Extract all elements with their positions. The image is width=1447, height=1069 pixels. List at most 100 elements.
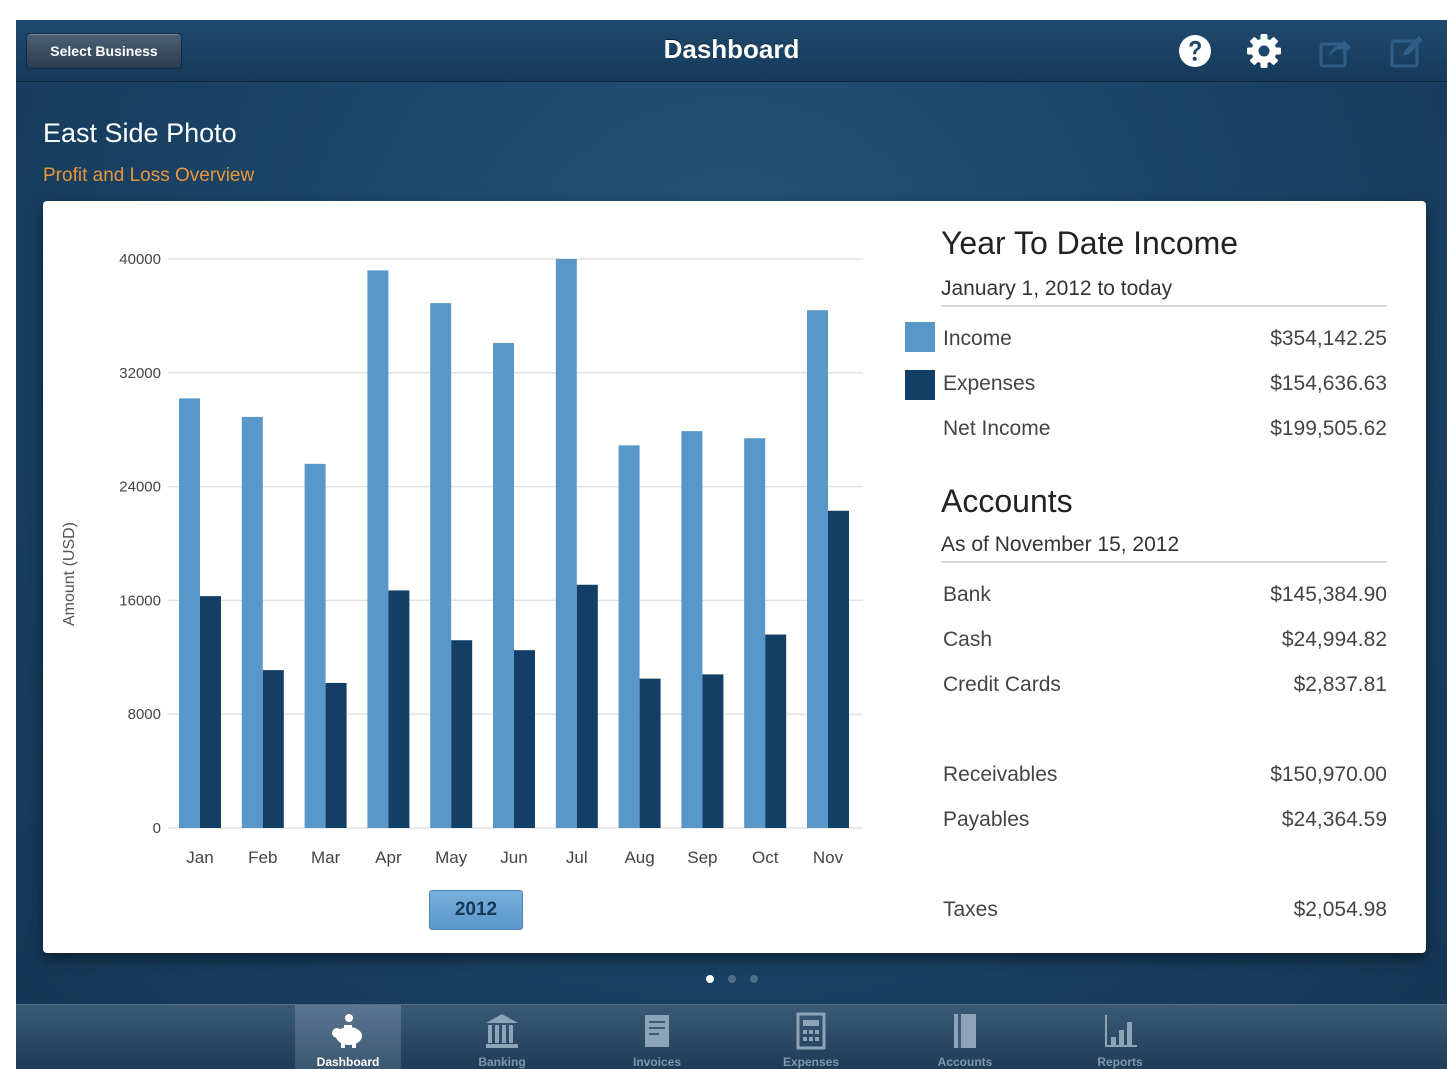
row-value: $150,970.00 xyxy=(1270,763,1387,786)
x-tick-label: Feb xyxy=(248,848,277,867)
bar-expenses-aug[interactable] xyxy=(639,678,661,828)
profit-loss-card: 0 8000 16000 24000 32000 40000 Amount (USD) J… xyxy=(43,201,1426,953)
bar-income-jun[interactable] xyxy=(493,342,514,828)
x-tick-label: Apr xyxy=(375,848,402,867)
bar-income-nov[interactable] xyxy=(807,310,828,829)
tab-reports[interactable]: Reports xyxy=(1067,1005,1173,1069)
y-axis-ticks: 0 8000 16000 24000 32000 40000 xyxy=(119,251,161,837)
page-indicator[interactable] xyxy=(16,970,1447,988)
row-value: $24,994.82 xyxy=(1281,628,1387,651)
y-tick-label: 32000 xyxy=(119,365,161,382)
row-value: $2,054.98 xyxy=(1293,898,1387,921)
year-selector-button[interactable]: 2012 xyxy=(429,890,523,930)
y-tick-label: 0 xyxy=(153,820,161,837)
bar-expenses-jul[interactable] xyxy=(576,584,598,828)
bar-income-may[interactable] xyxy=(430,303,452,828)
bar-expenses-nov[interactable] xyxy=(828,510,849,828)
ytd-title: Year To Date Income xyxy=(941,225,1239,261)
ytd-row-income: Income $354,142.25 xyxy=(943,327,1387,357)
bar-expenses-apr[interactable] xyxy=(388,590,410,828)
piggy-bank-icon xyxy=(332,1014,362,1048)
x-tick-label: May xyxy=(435,848,468,867)
bar-income-jan[interactable] xyxy=(179,398,200,828)
app-window: Select Business Dashboard East Side Phot… xyxy=(16,20,1447,1069)
row-value: $145,384.90 xyxy=(1270,583,1387,606)
row-value: $2,837.81 xyxy=(1293,673,1387,696)
x-tick-label: Oct xyxy=(752,848,779,867)
bar-income-oct[interactable] xyxy=(744,438,766,828)
bar-income-aug[interactable] xyxy=(618,445,640,828)
page-dot[interactable] xyxy=(727,975,736,983)
accounts-icon xyxy=(954,1014,976,1048)
row-value: $24,364.59 xyxy=(1281,808,1387,831)
row-label: Bank xyxy=(943,583,991,606)
x-tick-label: Jun xyxy=(500,848,527,867)
edit-icon[interactable] xyxy=(1388,32,1426,70)
tab-accounts[interactable]: Accounts xyxy=(912,1005,1018,1069)
y-tick-label: 40000 xyxy=(119,251,161,268)
row-label: Credit Cards xyxy=(943,673,1061,696)
account-row-credit-cards: Credit Cards $2,837.81 xyxy=(943,673,1387,703)
tab-label: Banking xyxy=(478,1055,526,1069)
bar-expenses-sep[interactable] xyxy=(702,674,724,828)
bar-expenses-oct[interactable] xyxy=(765,634,787,828)
bar-expenses-mar[interactable] xyxy=(325,682,347,828)
bottom-tab-bar: Dashboard Banking Invoices Expenses Acco… xyxy=(16,1004,1447,1069)
bank-icon xyxy=(486,1014,518,1048)
divider xyxy=(941,561,1387,563)
x-axis-ticks: Jan Feb Mar Apr May Jun Jul Aug Sep Oct Nov xyxy=(186,848,843,867)
bar-expenses-feb[interactable] xyxy=(262,670,284,828)
bar-income-feb[interactable] xyxy=(241,416,263,828)
divider xyxy=(941,305,1387,307)
help-icon[interactable] xyxy=(1176,32,1214,70)
tab-invoices[interactable]: Invoices xyxy=(604,1005,710,1069)
bar-income-jul[interactable] xyxy=(555,259,577,828)
profit-loss-chart: 0 8000 16000 24000 32000 40000 Amount (USD) J… xyxy=(61,251,863,867)
gear-icon[interactable] xyxy=(1245,32,1283,70)
tab-banking[interactable]: Banking xyxy=(449,1005,555,1069)
row-label: Income xyxy=(943,327,1012,350)
account-row-cash: Cash $24,994.82 xyxy=(943,628,1387,658)
tab-expenses[interactable]: Expenses xyxy=(758,1005,864,1069)
bar-expenses-jan[interactable] xyxy=(200,596,221,828)
share-icon[interactable] xyxy=(1316,32,1354,70)
account-row-bank: Bank $145,384.90 xyxy=(943,583,1387,613)
row-label: Receivables xyxy=(943,763,1058,786)
row-value: $154,636.63 xyxy=(1270,372,1387,395)
ytd-row-net-income: Net Income $199,505.62 xyxy=(943,417,1387,447)
bar-income-sep[interactable] xyxy=(681,431,703,828)
bar-expenses-may[interactable] xyxy=(451,640,473,828)
overview-label: Profit and Loss Overview xyxy=(43,165,255,186)
account-row-payables: Payables $24,364.59 xyxy=(943,808,1387,838)
tab-label: Expenses xyxy=(782,1055,840,1069)
y-tick-label: 16000 xyxy=(119,592,161,609)
x-tick-label: Aug xyxy=(624,848,654,867)
chart-bars xyxy=(179,259,849,829)
tab-dashboard[interactable]: Dashboard xyxy=(295,1005,401,1069)
x-tick-label: Sep xyxy=(687,848,717,867)
summary-panel: Year To Date Income January 1, 2012 to t… xyxy=(903,221,1403,941)
tab-label: Accounts xyxy=(937,1055,993,1069)
bar-expenses-jun[interactable] xyxy=(514,650,535,828)
page-title: Dashboard xyxy=(663,34,800,64)
bar-income-apr[interactable] xyxy=(367,270,389,828)
invoice-icon xyxy=(645,1015,669,1047)
page-dot[interactable] xyxy=(749,975,758,983)
account-row-taxes: Taxes $2,054.98 xyxy=(943,898,1387,928)
x-tick-label: Jul xyxy=(566,848,588,867)
bar-income-mar[interactable] xyxy=(304,463,326,828)
ytd-subtitle: January 1, 2012 to today xyxy=(941,277,1173,300)
expenses-legend-swatch xyxy=(905,370,935,400)
row-value: $199,505.62 xyxy=(1270,417,1387,440)
y-axis-label: Amount (USD) xyxy=(61,522,78,626)
row-label: Expenses xyxy=(943,372,1036,395)
x-tick-label: Nov xyxy=(813,848,844,867)
row-label: Payables xyxy=(943,808,1030,831)
income-legend-swatch xyxy=(905,322,935,352)
page-dot[interactable] xyxy=(705,975,714,983)
y-tick-label: 8000 xyxy=(128,706,161,723)
y-tick-label: 24000 xyxy=(119,479,161,496)
business-name: East Side Photo xyxy=(43,118,237,148)
row-value: $354,142.25 xyxy=(1270,327,1387,350)
ytd-row-expenses: Expenses $154,636.63 xyxy=(943,372,1387,402)
